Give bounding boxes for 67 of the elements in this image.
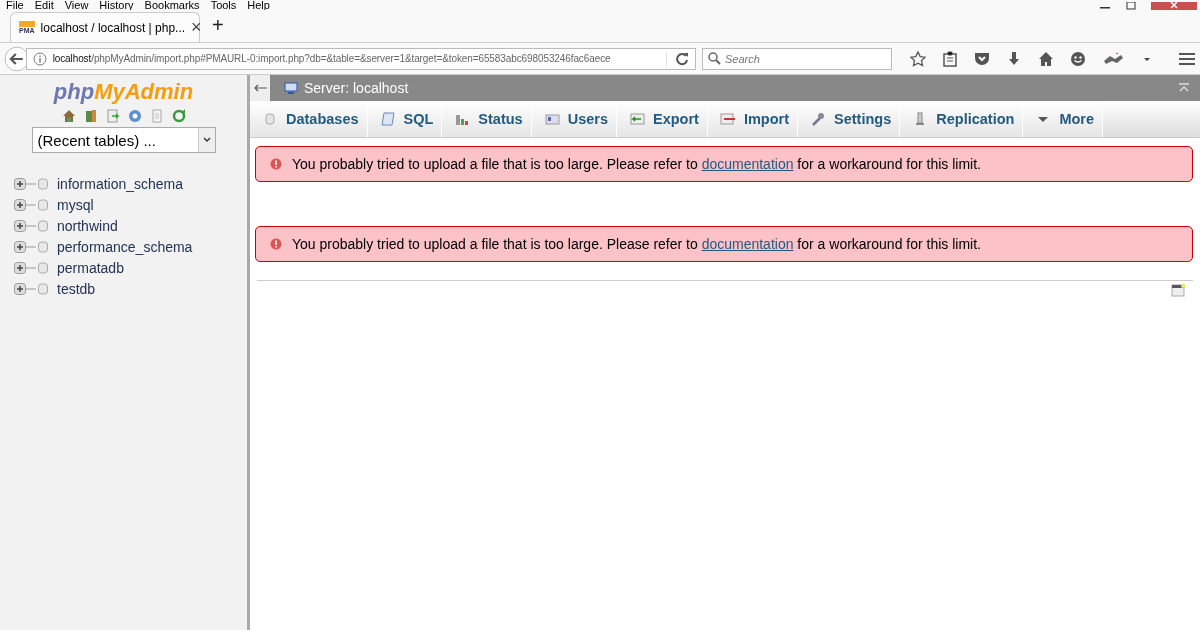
database-link[interactable]: testdb [57,280,96,297]
close-icon[interactable] [1151,2,1197,10]
tab-icon [629,112,645,126]
server-icon [284,82,298,94]
database-link[interactable]: permatadb [57,259,124,276]
menu-tab[interactable]: Replication [900,101,1024,137]
note-icon[interactable] [1171,284,1185,297]
star-icon[interactable] [910,50,926,67]
database-link[interactable]: performance_schema [57,238,193,255]
expand-icon[interactable] [14,261,26,274]
menu-tab[interactable]: More [1023,101,1104,137]
help-icon[interactable] [127,109,142,123]
error-icon [270,158,282,170]
home-icon[interactable] [61,109,76,123]
new-tab-button[interactable]: + [212,14,224,37]
error-text: You probably tried to upload a file that is too large. Please refer to documentation for a workaround for this limit. [292,236,981,252]
restore-icon[interactable] [1125,2,1137,10]
expand-icon[interactable] [14,282,26,295]
documentation-link[interactable]: documentation [701,156,794,172]
error-icon [270,238,282,250]
scroll-top-icon[interactable] [1178,83,1190,93]
database-link[interactable]: information_schema [57,175,184,192]
recent-tables-dropdown[interactable]: (Recent tables) ... [31,127,216,153]
database-icon [38,282,48,295]
tab-icon [454,112,471,126]
phpmyadmin-logo[interactable]: phpMyAdmin [53,79,194,105]
tab-icon [543,112,560,126]
error-text: You probably tried to upload a file that is too large. Please refer to documentation for a workaround for this limit. [292,156,981,172]
tab-icon [719,112,736,126]
menu-item[interactable]: View [64,0,89,10]
database-icon [38,177,48,190]
tab-icon [810,112,827,126]
expand-icon[interactable] [14,177,26,190]
close-tab-button[interactable]: × [191,17,202,38]
database-link[interactable]: mysql [57,196,94,213]
menu-item[interactable]: Bookmarks [144,0,200,10]
reading-list-icon[interactable] [942,50,958,67]
database-icon [38,261,48,274]
pocket-icon[interactable] [974,50,990,67]
extension-icon[interactable] [1102,50,1126,67]
search-icon [708,51,721,65]
expand-icon[interactable] [14,219,26,232]
tab-icon [379,112,396,126]
menu-item[interactable]: Tools [210,0,237,10]
url-text: localhost/phpMyAdmin/import.php#PMAURL-0:import.php?db=&table=&server=1&target=&token=65583abc698053246fac6aece [52,53,612,64]
search-field[interactable]: Search [702,47,892,70]
database-icon [38,198,48,211]
expand-icon[interactable] [14,198,26,211]
query-window-icon[interactable] [105,109,120,123]
smiley-icon[interactable] [1070,50,1086,67]
menu-item[interactable]: File [6,0,24,10]
database-link[interactable]: northwind [57,217,118,234]
server-title: Server: localhost [304,80,409,96]
database-icon [38,219,48,232]
address-bar[interactable]: localhost/phpMyAdmin/import.php#PMAURL-0:import.php?db=&table=&server=1&target=&token=65583abc698053246fac6aece [25,47,696,70]
menu-tab[interactable]: Users [531,101,617,137]
download-icon[interactable] [1006,50,1022,67]
expand-icon[interactable] [14,240,26,253]
caret-icon [202,137,211,143]
menu-item[interactable]: Edit [34,0,54,10]
reload-icon[interactable] [171,109,186,123]
home-icon[interactable] [1038,50,1054,67]
tab-title: localhost / localhost | php... [40,20,186,35]
info-icon [32,51,47,66]
documentation-link[interactable]: documentation [701,236,794,252]
database-icon [38,240,48,253]
menu-icon[interactable] [1178,50,1196,67]
